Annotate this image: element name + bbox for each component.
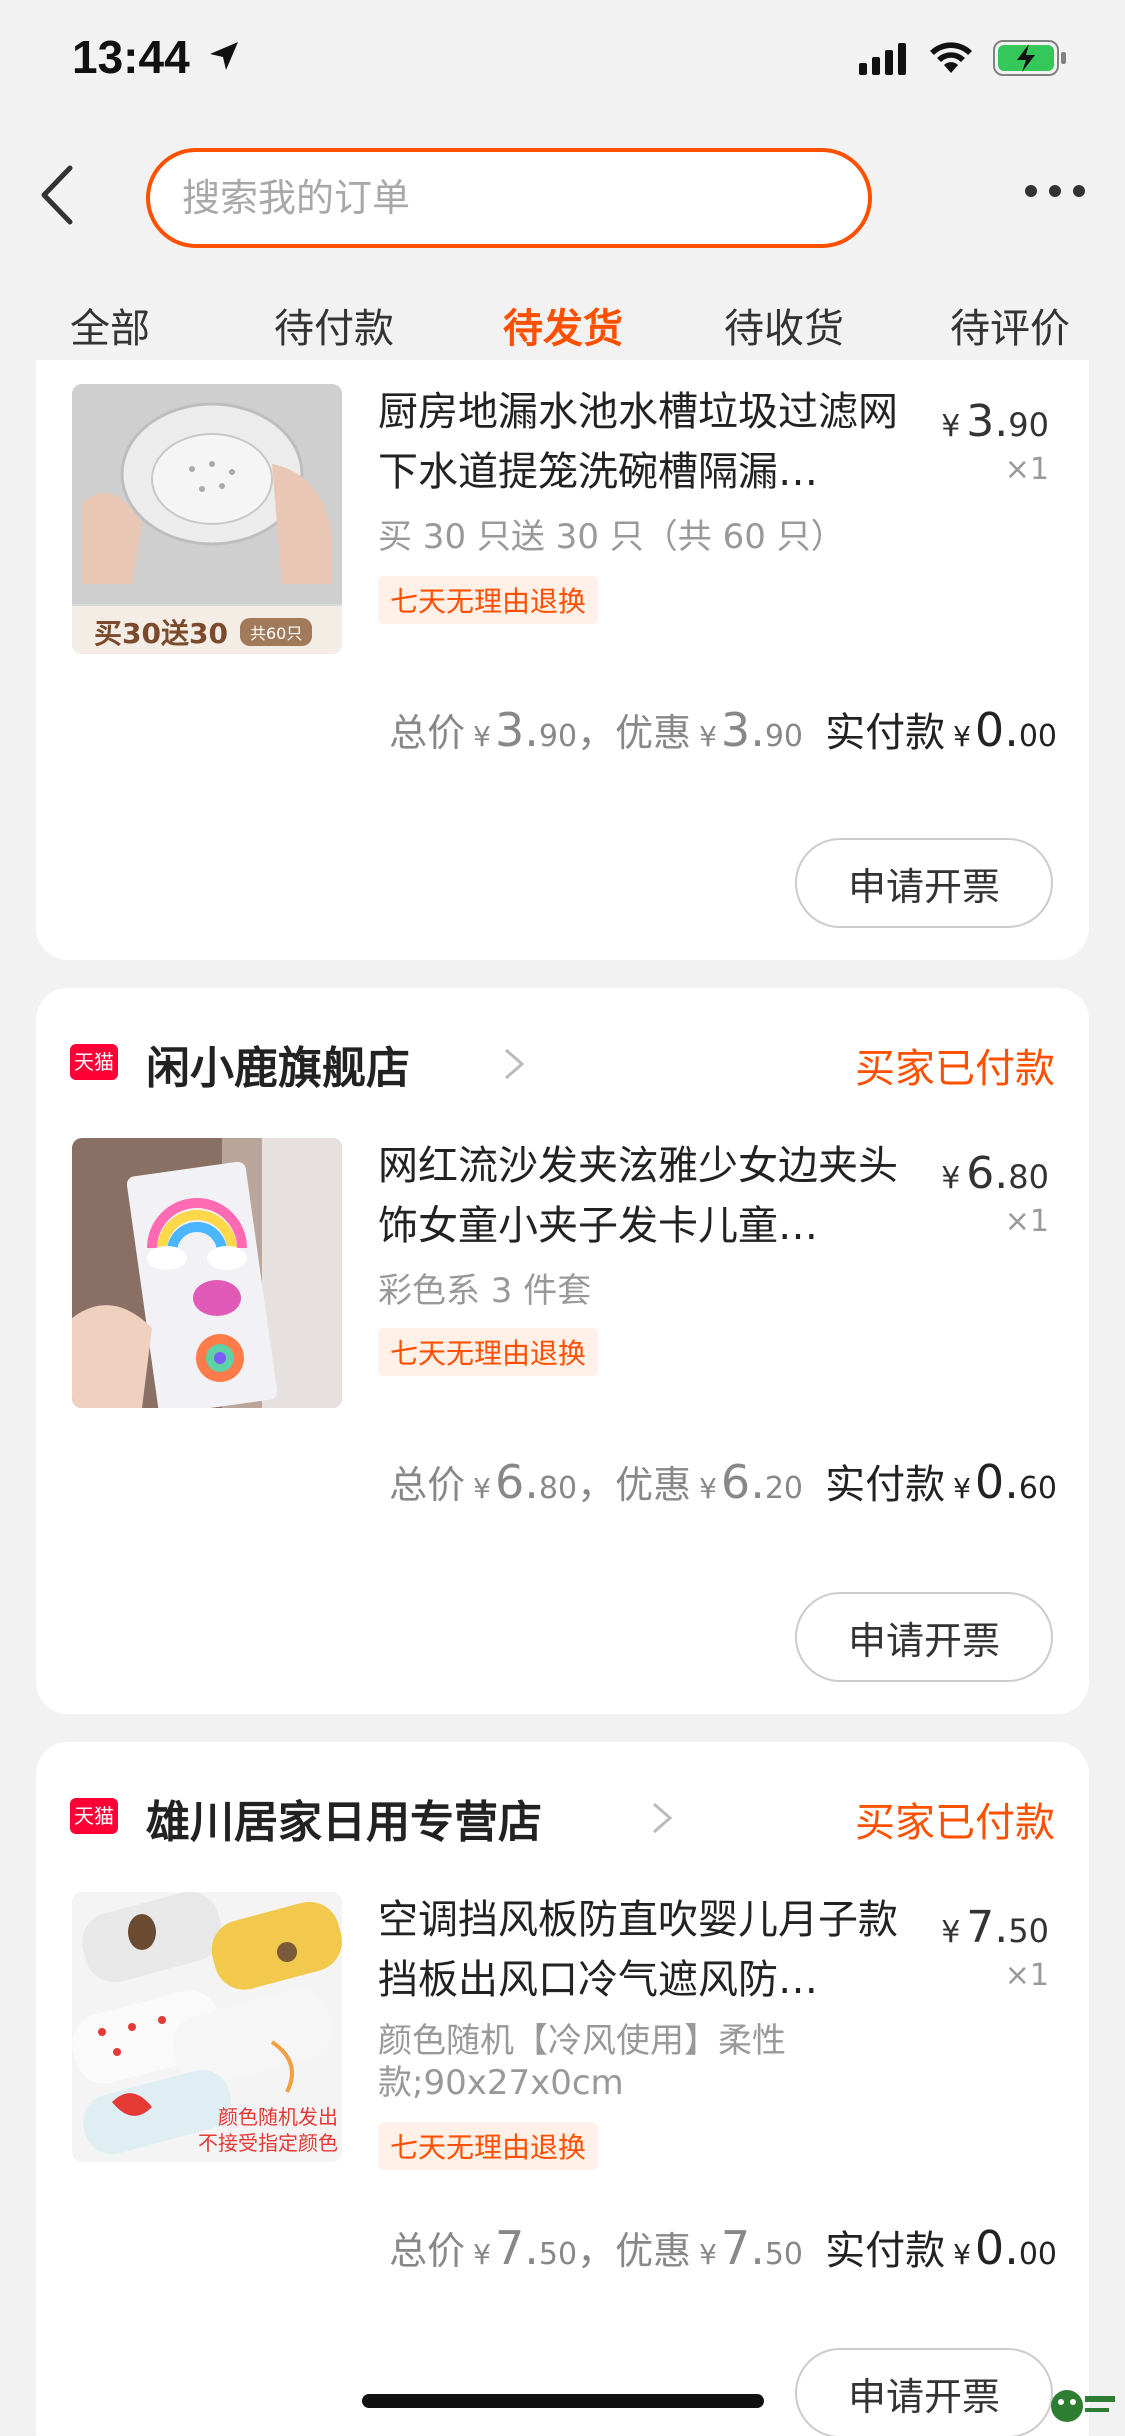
order-card[interactable]: 买30送30 共60只 厨房地漏水池水槽垃圾过滤网下水道提笼洗碗槽隔漏… ¥3.…: [36, 360, 1089, 960]
battery-charging-icon: [993, 40, 1066, 76]
product-spec: 颜色随机【冷风使用】柔性款;90x27x0cm: [378, 2021, 786, 2103]
more-dots-icon: [1025, 185, 1085, 197]
search-input[interactable]: [150, 152, 868, 244]
product-title[interactable]: 厨房地漏水池水槽垃圾过滤网下水道提笼洗碗槽隔漏…: [378, 382, 898, 502]
order-total-line: 总价 ¥7.50，优惠 ¥7.50 实付款 ¥0.00: [389, 2221, 1057, 2275]
tmall-icon: 天猫: [70, 1798, 118, 1834]
order-status: 买家已付款: [855, 1800, 1055, 1846]
thumb-color-notice: 颜色随机发出 不接受指定颜色: [198, 2105, 338, 2155]
apply-invoice-button[interactable]: 申请开票: [795, 2348, 1053, 2436]
product-quantity: ×1: [1004, 1204, 1049, 1239]
order-total-line: 总价 ¥3.90，优惠 ¥3.90 实付款 ¥0.00: [389, 703, 1057, 757]
product-title[interactable]: 网红流沙发夹泫雅少女边夹头饰女童小夹子发卡儿童…: [378, 1136, 898, 1256]
thumb-promo-caption: 买30送30: [94, 617, 228, 650]
status-bar: 13:44: [0, 0, 1125, 120]
return-policy-badge: 七天无理由退换: [378, 2122, 599, 2170]
order-card[interactable]: 天猫 闲小鹿旗舰店 买家已付款 网红流沙发夹泫雅少女边夹头饰女童小夹子发卡儿童……: [36, 988, 1089, 1714]
order-status: 买家已付款: [855, 1046, 1055, 1092]
home-indicator[interactable]: [362, 2394, 764, 2408]
shop-name[interactable]: 闲小鹿旗舰店: [146, 1032, 410, 1096]
chevron-right-icon: [653, 1802, 673, 1834]
product-title[interactable]: 空调挡风板防直吹婴儿月子款挡板出风口冷气遮风防…: [378, 1890, 898, 2010]
search-box[interactable]: [146, 148, 872, 248]
product-image-hairclips: [72, 1138, 342, 1408]
nav-bar: [0, 120, 1125, 270]
order-card[interactable]: 天猫 雄川居家日用专营店 买家已付款 颜色随机发出 不接受指定颜色 空调挡风板防…: [36, 1742, 1089, 2436]
order-total-line: 总价 ¥6.80，优惠 ¥6.20 实付款 ¥0.60: [389, 1455, 1057, 1509]
site-watermark-icon: [1051, 2390, 1115, 2422]
shop-name[interactable]: 雄川居家日用专营店: [146, 1786, 542, 1850]
apply-invoice-button[interactable]: 申请开票: [795, 1592, 1053, 1682]
return-policy-badge: 七天无理由退换: [378, 1328, 599, 1376]
more-button[interactable]: [1023, 176, 1087, 206]
return-policy-badge: 七天无理由退换: [378, 576, 599, 624]
apply-invoice-button[interactable]: 申请开票: [795, 838, 1053, 928]
tmall-icon: 天猫: [70, 1044, 118, 1080]
product-quantity: ×1: [1004, 1958, 1049, 1993]
thumb-promo-badge: 共60只: [240, 618, 313, 646]
back-button[interactable]: [30, 160, 100, 235]
product-thumbnail[interactable]: [72, 1138, 342, 1408]
product-spec: 买 30 只送 30 只（共 60 只）: [378, 517, 845, 557]
product-thumbnail[interactable]: 买30送30 共60只: [72, 384, 342, 654]
chevron-left-icon: [41, 165, 73, 225]
product-price: ¥6.80: [941, 1148, 1049, 1199]
product-spec: 彩色系 3 件套: [378, 1271, 592, 1311]
location-arrow-icon: [210, 42, 238, 70]
wifi-icon: [930, 42, 972, 73]
shop-header[interactable]: 天猫 闲小鹿旗舰店 买家已付款: [70, 1024, 1055, 1094]
product-price: ¥3.90: [941, 396, 1049, 447]
product-price: ¥7.50: [941, 1902, 1049, 1953]
product-thumbnail[interactable]: 颜色随机发出 不接受指定颜色: [72, 1892, 342, 2162]
status-time: 13:44: [72, 31, 190, 83]
product-quantity: ×1: [1004, 452, 1049, 487]
shop-header[interactable]: 天猫 雄川居家日用专营店 买家已付款: [70, 1778, 1055, 1848]
chevron-right-icon: [505, 1048, 525, 1080]
cellular-signal-icon: [859, 43, 906, 75]
